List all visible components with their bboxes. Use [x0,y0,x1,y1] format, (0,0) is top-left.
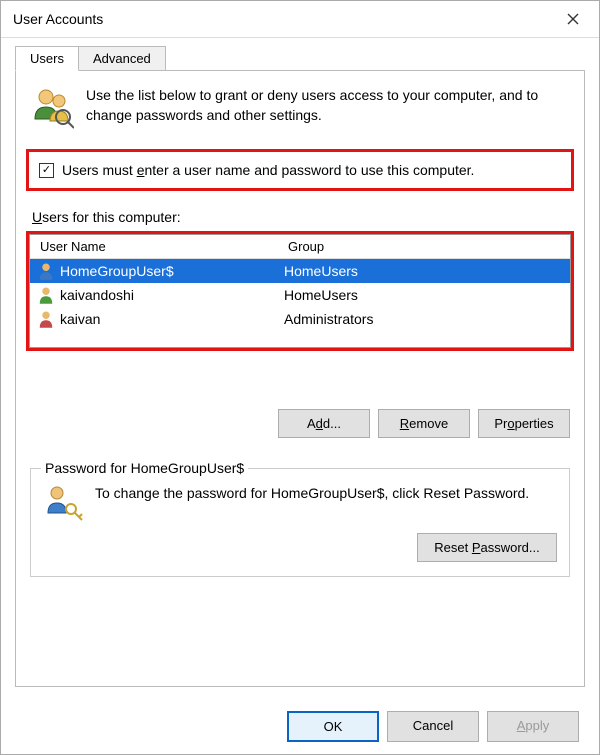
close-button[interactable] [555,7,591,31]
intro-row: Use the list below to grant or deny user… [30,85,570,129]
users-icon [30,85,74,129]
cell-username: kaivan [60,311,284,327]
groupbox-legend: Password for HomeGroupUser$ [41,460,248,476]
ok-button[interactable]: OK [287,711,379,742]
window-title: User Accounts [13,11,103,27]
password-text: To change the password for HomeGroupUser… [95,483,557,503]
highlight-box-list: User Name Group HomeGroupUser$ HomeUsers [26,231,574,351]
tab-advanced[interactable]: Advanced [78,46,166,71]
password-groupbox: Password for HomeGroupUser$ To change th… [30,468,570,577]
cell-group: HomeUsers [284,263,564,279]
col-header-group[interactable]: Group [288,239,564,254]
key-user-icon [43,483,83,523]
checkbox-icon: ✓ [39,163,54,178]
user-icon [36,286,56,304]
add-button[interactable]: Add... [278,409,370,438]
users-list[interactable]: User Name Group HomeGroupUser$ HomeUsers [29,234,571,348]
cancel-button[interactable]: Cancel [387,711,479,742]
cell-username: kaivandoshi [60,287,284,303]
reset-button-row: Reset Password... [43,533,557,562]
dialog-footer: OK Cancel Apply [1,699,599,754]
list-header[interactable]: User Name Group [30,235,570,259]
client-area: Users Advanced Use the list below to gra… [1,38,599,699]
highlight-box-checkbox: ✓ Users must enter a user name and passw… [26,149,574,191]
user-buttons-row: Add... Remove Properties [30,409,570,438]
require-login-checkbox-row[interactable]: ✓ Users must enter a user name and passw… [39,162,561,178]
table-row[interactable]: HomeGroupUser$ HomeUsers [30,259,570,283]
cell-username: HomeGroupUser$ [60,263,284,279]
table-row[interactable]: kaivan Administrators [30,307,570,331]
col-header-username[interactable]: User Name [40,239,288,254]
user-accounts-window: User Accounts Users Advanced [0,0,600,755]
user-icon [36,310,56,328]
user-icon [36,262,56,280]
intro-text: Use the list below to grant or deny user… [86,85,570,126]
close-icon [567,13,579,25]
tab-strip: Users Advanced [15,46,585,71]
remove-button[interactable]: Remove [378,409,470,438]
cell-group: HomeUsers [284,287,564,303]
list-padding [30,331,570,347]
tab-users[interactable]: Users [15,46,79,71]
table-row[interactable]: kaivandoshi HomeUsers [30,283,570,307]
properties-button[interactable]: Properties [478,409,570,438]
password-row: To change the password for HomeGroupUser… [43,483,557,523]
users-list-label: Users for this computer: [32,209,570,225]
cell-group: Administrators [284,311,564,327]
checkbox-label: Users must enter a user name and passwor… [62,162,474,178]
tab-panel-users: Use the list below to grant or deny user… [15,70,585,687]
apply-button: Apply [487,711,579,742]
titlebar: User Accounts [1,1,599,38]
reset-password-button[interactable]: Reset Password... [417,533,557,562]
